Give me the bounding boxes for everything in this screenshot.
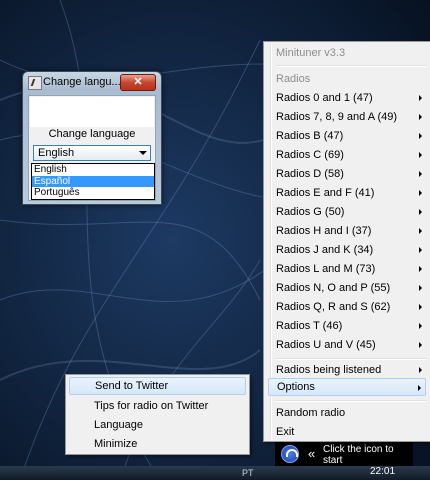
minituner-menu: Minituner v3.3 Radios Radios 0 and 1 (47… [263, 41, 430, 442]
chevrons-left-icon: « [308, 446, 316, 461]
submenu-arrow-icon [419, 266, 422, 272]
menu-item-radios-j-k[interactable]: Radios J and K (34) [276, 241, 426, 259]
close-button[interactable]: ✕ [120, 74, 156, 91]
submenu-arrow-icon [419, 190, 422, 196]
menu-item-label: Radios L and M (73) [276, 263, 376, 275]
submenu-arrow-icon [419, 114, 422, 120]
menu-separator [276, 400, 426, 402]
submenu-arrow-icon [419, 209, 422, 215]
menu-item-radios-u-v[interactable]: Radios U and V (45) [276, 336, 426, 354]
menu-item-label: Radios 7, 8, 9 and A (49) [276, 111, 398, 123]
language-option-portugues[interactable]: Português [32, 187, 154, 199]
menu-section-radios: Radios [276, 73, 311, 85]
tray-notification: « Click the icon to start [275, 442, 413, 468]
submenu-arrow-icon [419, 228, 422, 234]
menu-item-label: Radios D (58) [276, 168, 344, 180]
submenu-arrow-icon [419, 323, 422, 329]
submenu-arrow-icon [419, 133, 422, 139]
menu-item-radios-l-m[interactable]: Radios L and M (73) [276, 260, 426, 278]
menu-item-label: Radios E and F (41) [276, 187, 375, 199]
dialog-title: Change langu... [43, 76, 121, 88]
menu-item-label: Radios Q, R and S (62) [276, 301, 391, 313]
language-option-espanol[interactable]: Español [32, 175, 154, 187]
submenu-item-minimize[interactable]: Minimize [94, 435, 244, 453]
submenu-arrow-icon [419, 171, 422, 177]
submenu-arrow-icon [419, 247, 422, 253]
menu-item-radios-7-8-9-a[interactable]: Radios 7, 8, 9 and A (49) [276, 108, 426, 126]
submenu-item-tips-twitter[interactable]: Tips for radio on Twitter [94, 397, 244, 415]
menu-item-label: Radios G (50) [276, 206, 345, 218]
submenu-arrow-icon [419, 95, 422, 101]
menu-item-radios-being-listened[interactable]: Radios being listened [276, 361, 426, 379]
submenu-arrow-icon [419, 367, 422, 373]
submenu-item-language[interactable]: Language [94, 416, 244, 434]
minituner-tray-icon[interactable] [281, 445, 299, 463]
dialog-blank-area [30, 97, 154, 127]
options-submenu: Send to Twitter Tips for radio on Twitte… [65, 374, 250, 455]
menu-item-label: Radios being listened [276, 364, 382, 376]
submenu-item-send-to-twitter[interactable]: Send to Twitter [69, 377, 246, 395]
menu-separator [276, 65, 426, 67]
language-option-english[interactable]: English [32, 164, 154, 176]
app-icon [28, 76, 42, 90]
menu-item-label: Radios 0 and 1 (47) [276, 92, 373, 104]
menu-item-radios-t[interactable]: Radios T (46) [276, 317, 426, 335]
submenu-arrow-icon [419, 342, 422, 348]
language-indicator[interactable]: PT [242, 468, 254, 478]
menu-item-label: Radios T (46) [276, 320, 343, 332]
change-language-label: Change language [48, 128, 136, 140]
language-dropdown-list: English Español Português [31, 163, 155, 200]
menu-item-label: Radios C (69) [276, 149, 344, 161]
menu-item-label: Random radio [276, 407, 346, 419]
menu-item-label: Radios B (47) [276, 130, 344, 142]
language-select-value: English [38, 147, 75, 159]
menu-item-options[interactable]: Options [268, 378, 426, 396]
menu-item-random-radio[interactable]: Random radio [276, 404, 426, 422]
submenu-arrow-icon [419, 152, 422, 158]
submenu-arrow-icon [418, 385, 421, 391]
menu-title: Minituner v3.3 [276, 47, 346, 59]
submenu-arrow-icon [419, 285, 422, 291]
menu-item-label: Radios H and I (37) [276, 225, 372, 237]
menu-item-label: Radios J and K (34) [276, 244, 374, 256]
clock[interactable]: 22:01 [370, 466, 395, 477]
menu-item-label: Radios N, O and P (55) [276, 282, 391, 294]
menu-item-radios-q-r-s[interactable]: Radios Q, R and S (62) [276, 298, 426, 316]
menu-item-radios-h-i[interactable]: Radios H and I (37) [276, 222, 426, 240]
menu-item-radios-n-o-p[interactable]: Radios N, O and P (55) [276, 279, 426, 297]
menu-item-exit[interactable]: Exit [276, 423, 426, 441]
menu-item-label: Radios U and V (45) [276, 339, 376, 351]
tray-hint-text: Click the icon to start [323, 444, 394, 466]
menu-item-label: Options [277, 381, 315, 393]
menu-item-radios-b[interactable]: Radios B (47) [276, 127, 426, 145]
menu-item-label: Exit [276, 426, 295, 438]
taskbar: PT 22:01 [0, 466, 430, 480]
menu-separator [276, 358, 426, 360]
menu-item-radios-0-1[interactable]: Radios 0 and 1 (47) [276, 89, 426, 107]
chevron-down-icon [139, 151, 147, 155]
menu-item-radios-c[interactable]: Radios C (69) [276, 146, 426, 164]
submenu-arrow-icon [419, 304, 422, 310]
menu-item-radios-d[interactable]: Radios D (58) [276, 165, 426, 183]
menu-item-radios-g[interactable]: Radios G (50) [276, 203, 426, 221]
menu-item-radios-e-f[interactable]: Radios E and F (41) [276, 184, 426, 202]
language-select[interactable]: English [33, 145, 151, 161]
